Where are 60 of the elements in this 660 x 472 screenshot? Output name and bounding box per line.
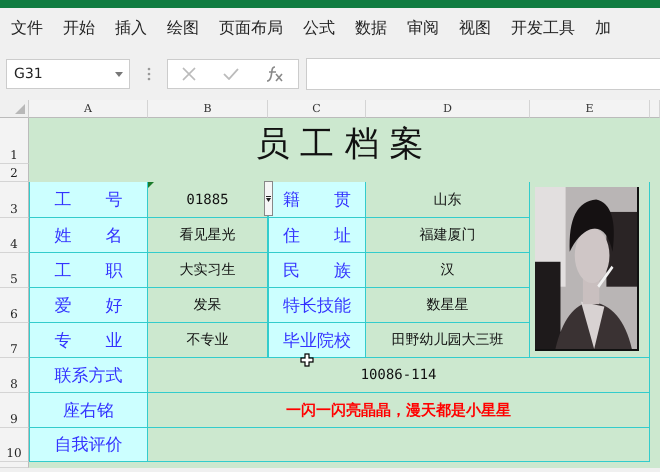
column-header[interactable]: C: [268, 100, 366, 118]
label-cell: 工 号: [29, 182, 148, 218]
value-cell: 一闪一闪亮晶晶，漫天都是小星星: [148, 393, 650, 428]
menu-tab[interactable]: 数据: [355, 18, 387, 38]
column-header[interactable]: E: [530, 100, 650, 118]
row-header[interactable]: 5: [0, 253, 29, 288]
label-cell: 住 址: [268, 218, 366, 253]
value-cell: 山东: [366, 182, 530, 218]
sheet-title: 员 工 档 案: [254, 123, 425, 164]
check-icon[interactable]: [222, 68, 239, 80]
name-box[interactable]: G31: [6, 59, 130, 89]
menu-tab[interactable]: 公式: [303, 18, 335, 38]
label-cell: 特长技能: [268, 288, 366, 323]
label-cell: 联系方式: [29, 358, 148, 393]
error-indicator-icon: [148, 182, 154, 188]
menu-tab[interactable]: 加: [595, 18, 611, 38]
menu-tab[interactable]: 绘图: [167, 18, 199, 38]
select-all-icon[interactable]: [15, 104, 25, 114]
value-cell: 数星星: [366, 288, 530, 323]
row-header[interactable]: 6: [0, 288, 29, 323]
function-icon[interactable]: [266, 66, 284, 82]
formula-input[interactable]: [306, 58, 660, 90]
caret-icon: [115, 72, 123, 76]
dropdown-button[interactable]: [264, 181, 273, 216]
column-header[interactable]: B: [148, 100, 268, 118]
label-cell: 爱 好: [29, 288, 148, 323]
menu-tab[interactable]: 开始: [63, 18, 95, 38]
menu-tab[interactable]: 插入: [115, 18, 147, 38]
row-header[interactable]: 8: [0, 358, 29, 393]
menu-tab[interactable]: 开发工具: [511, 18, 575, 38]
label-cell: 座右铭: [29, 393, 148, 428]
label-cell: 自我评价: [29, 428, 148, 462]
label-cell: 毕业院校: [268, 323, 366, 358]
menu-tab[interactable]: 视图: [459, 18, 491, 38]
label-cell: 籍 贯: [268, 182, 366, 218]
row-header[interactable]: 9: [0, 393, 29, 428]
menu-tab[interactable]: 页面布局: [219, 18, 283, 38]
column-header[interactable]: [650, 100, 660, 118]
dropdown-arrow-icon: [266, 196, 271, 202]
column-header[interactable]: D: [366, 100, 530, 118]
row-header[interactable]: [0, 462, 29, 468]
column-header[interactable]: A: [29, 100, 148, 118]
cancel-icon[interactable]: [182, 67, 196, 81]
value-cell: 福建厦门: [366, 218, 530, 253]
menu-tab[interactable]: 文件: [11, 18, 43, 38]
menu-tab[interactable]: 审阅: [407, 18, 439, 38]
value-cell: 田野幼儿园大三班: [366, 323, 530, 358]
label-cell: 姓 名: [29, 218, 148, 253]
row-header[interactable]: 10: [0, 428, 29, 462]
label-cell: 专 业: [29, 323, 148, 358]
cursor-icon: [300, 353, 314, 367]
row-header[interactable]: 4: [0, 218, 29, 253]
label-cell: 民 族: [268, 253, 366, 288]
row-header[interactable]: 1: [0, 118, 29, 164]
drag-handle-icon[interactable]: [147, 67, 151, 81]
row-header[interactable]: 3: [0, 182, 29, 218]
label-cell: 工 职: [29, 253, 148, 288]
value-cell: 汉: [366, 253, 530, 288]
row-header[interactable]: 2: [0, 164, 29, 182]
row-header[interactable]: 7: [0, 323, 29, 358]
